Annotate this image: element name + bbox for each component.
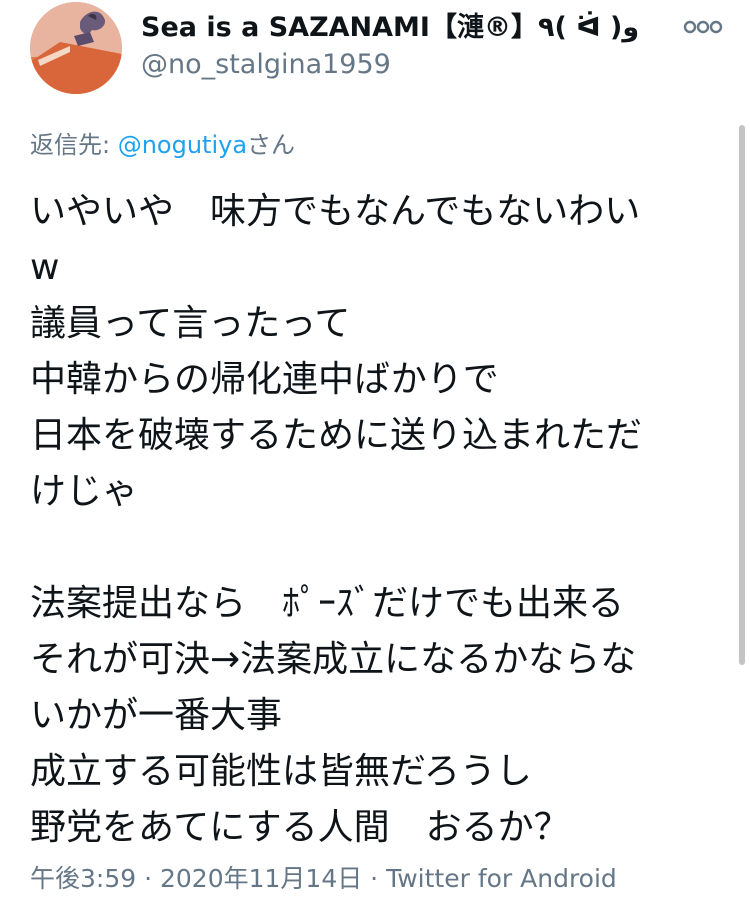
tweet-text-line: 成立する可能性は皆無だろうし (30, 751, 532, 792)
avatar[interactable] (30, 2, 122, 94)
reply-mention-link[interactable]: @nogutiya (118, 131, 247, 159)
tweet-text-line: 法案提出なら ﾎﾟｰｽﾞだけでも出来る (30, 583, 625, 624)
more-options-button[interactable] (682, 12, 724, 42)
scrollbar[interactable] (739, 125, 745, 665)
user-handle[interactable]: @no_stalgina1959 (141, 48, 391, 82)
reply-context: 返信先: @nogutiyaさん (30, 128, 295, 162)
tweet-text-line: w (30, 247, 60, 288)
tweet-text-line: 中韓からの帰化連中ばかりで (30, 359, 499, 400)
tweet-text-line (30, 520, 710, 576)
reply-prefix: 返信先: (30, 131, 118, 159)
meta-separator: · (136, 864, 160, 893)
meta-separator: · (362, 864, 387, 893)
tweet-metadata: 午後3:59 · 2020年11月14日 · Twitter for Andro… (30, 862, 617, 896)
tweet-time[interactable]: 午後3:59 (30, 864, 136, 893)
tweet-text-line: いかが一番大事 (30, 695, 283, 736)
tweet-text-line: けじゃ (30, 471, 139, 512)
more-options-icon (683, 20, 723, 34)
display-name[interactable]: Sea is a SAZANAMI【漣®】٩( ᐛ )و (141, 10, 639, 46)
tweet-text-line: 野党をあてにする人間 おるか？ (30, 807, 570, 848)
tweet-date[interactable]: 2020年11月14日 (160, 864, 362, 893)
avatar-image (30, 2, 122, 94)
tweet-detail: Sea is a SAZANAMI【漣®】٩( ᐛ )و @no_stalgin… (0, 0, 750, 898)
tweet-text: いやいや 味方でもなんでもないわい w 議員って言ったって 中韓からの帰化連中ば… (30, 184, 710, 856)
tweet-text-line: 日本を破壊するために送り込まれただ (30, 415, 643, 456)
reply-suffix: さん (247, 131, 296, 159)
tweet-text-line: 議員って言ったって (30, 303, 351, 344)
tweet-source[interactable]: Twitter for Android (386, 864, 617, 893)
tweet-text-line: それが可決→法案成立になるかならな (30, 639, 637, 680)
tweet-text-line: いやいや 味方でもなんでもないわい (30, 191, 641, 232)
